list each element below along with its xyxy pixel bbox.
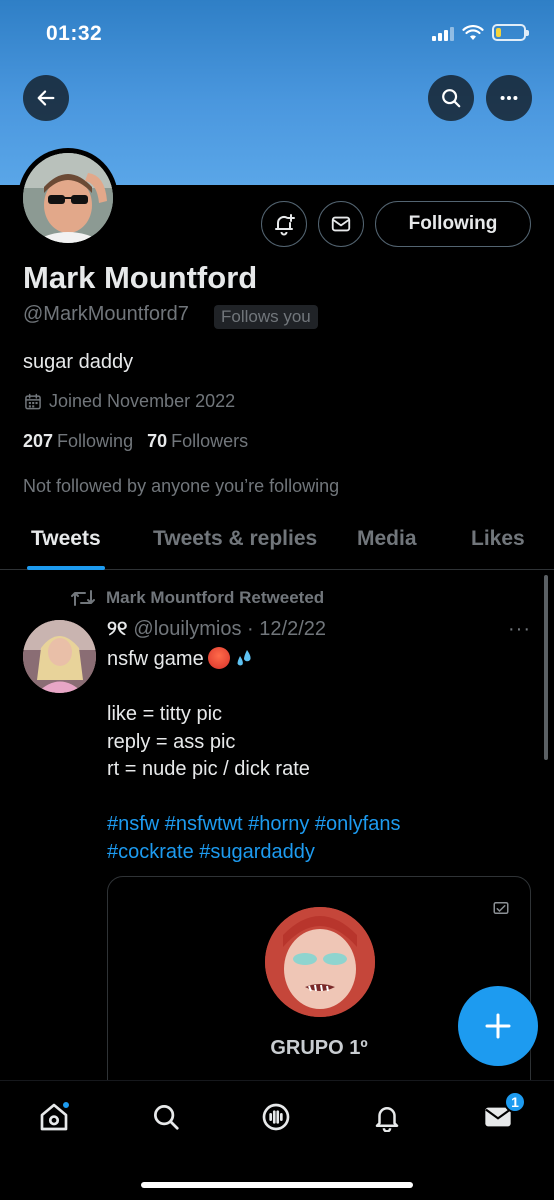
tweet-line: reply = ass pic — [107, 730, 236, 753]
tweet-line — [107, 674, 527, 702]
followers-count-link[interactable]: 70 Followers — [147, 431, 248, 452]
tweet-handle-date[interactable]: @louilymios · 12/2/22 — [133, 618, 326, 640]
sweat-droplets-emoji-icon — [234, 647, 256, 669]
nav-messages[interactable]: 1 — [480, 1091, 526, 1135]
home-unread-dot — [62, 1101, 70, 1109]
tab-tweets[interactable]: Tweets — [31, 527, 101, 551]
tab-tweets-replies[interactable]: Tweets & replies — [153, 527, 317, 551]
card-avatar-image — [265, 907, 375, 1017]
avatar-image — [23, 153, 113, 243]
notify-button[interactable] — [261, 201, 307, 247]
nav-spaces[interactable] — [258, 1099, 294, 1135]
tweet-line: rt = nude pic / dick rate — [107, 758, 310, 780]
followers-count: 70 — [147, 431, 168, 451]
tweet-line: like = titty pic — [107, 703, 223, 725]
joined-label: Joined November 2022 — [49, 391, 236, 411]
retweeted-by-label[interactable]: Mark Mountford Retweeted — [106, 588, 324, 608]
tweet-hashtags-line[interactable]: #nsfw #nsfwtwt #horny #onlyfans — [107, 811, 527, 839]
hot-face-emoji-icon — [207, 647, 230, 669]
search-icon — [154, 1105, 179, 1130]
retweet-icon — [71, 590, 95, 606]
nav-home[interactable] — [36, 1099, 72, 1135]
cellular-signal-icon — [432, 25, 454, 41]
tweet-more-button[interactable]: ··· — [508, 618, 531, 641]
mutual-followers-note: Not followed by anyone you’re following — [23, 476, 340, 496]
home-indicator — [141, 1182, 413, 1188]
tweet-header: ୨୧ @louilymios · 12/2/22 — [107, 618, 326, 641]
plus-icon — [485, 1013, 511, 1039]
more-horizontal-icon — [500, 95, 518, 101]
nav-search[interactable] — [148, 1099, 184, 1135]
spaces-icon — [262, 1103, 290, 1131]
compose-tweet-button[interactable] — [458, 986, 538, 1066]
joined-date: Joined November 2022 — [23, 391, 235, 412]
status-bar: 01:32 — [0, 0, 554, 70]
more-options-button[interactable] — [486, 75, 532, 121]
arrow-left-icon — [37, 90, 55, 106]
nav-notifications[interactable] — [369, 1099, 405, 1135]
wifi-icon — [462, 24, 484, 40]
status-time: 01:32 — [46, 22, 103, 45]
bell-plus-icon — [275, 214, 295, 236]
tweet-line-text: nsfw game — [107, 648, 204, 670]
follows-you-badge: Follows you — [214, 305, 318, 329]
avatar-photo — [23, 153, 113, 243]
profile-bio: sugar daddy — [23, 351, 134, 373]
search-icon — [442, 89, 461, 108]
tab-media[interactable]: Media — [357, 527, 417, 551]
tweet-text: nsfw game like = titty pic reply = ass p… — [107, 646, 527, 866]
profile-handle: @MarkMountford7 — [23, 303, 189, 325]
profile-tabs: Tweets Tweets & replies Media Likes — [0, 510, 554, 570]
profile-avatar[interactable] — [18, 148, 118, 248]
tweet-author-avatar[interactable] — [23, 620, 96, 693]
following-button[interactable]: Following — [375, 201, 531, 247]
tweet-avatar-image — [23, 620, 96, 693]
status-icons — [432, 24, 529, 41]
battery-icon — [492, 24, 529, 41]
search-button[interactable] — [428, 75, 474, 121]
tweet-line — [107, 784, 527, 812]
scrollbar[interactable] — [544, 575, 548, 760]
calendar-icon — [25, 393, 41, 409]
followers-count-label: Followers — [171, 431, 249, 451]
tweet-line: nsfw game — [107, 646, 527, 674]
tab-likes[interactable]: Likes — [471, 527, 525, 551]
envelope-icon — [331, 216, 351, 232]
tweet-hashtags-line[interactable]: #cockrate #sugardaddy — [107, 839, 527, 867]
message-button[interactable] — [318, 201, 364, 247]
follow-counts: 207 Following 70 Followers — [23, 431, 248, 452]
profile-name: Mark Mountford — [23, 260, 258, 295]
tweet-author-name[interactable]: ୨୧ — [107, 618, 127, 640]
following-count-link[interactable]: 207 Following — [23, 431, 133, 452]
battery-level — [496, 28, 502, 37]
notifications-icon — [375, 1107, 399, 1132]
captions-icon[interactable] — [492, 899, 510, 922]
retweet-context: Mark Mountford Retweeted — [70, 588, 324, 608]
back-button[interactable] — [23, 75, 69, 121]
active-tab-indicator — [27, 566, 105, 570]
following-count-label: Following — [57, 431, 134, 451]
following-count: 207 — [23, 431, 54, 451]
messages-badge: 1 — [504, 1091, 526, 1113]
